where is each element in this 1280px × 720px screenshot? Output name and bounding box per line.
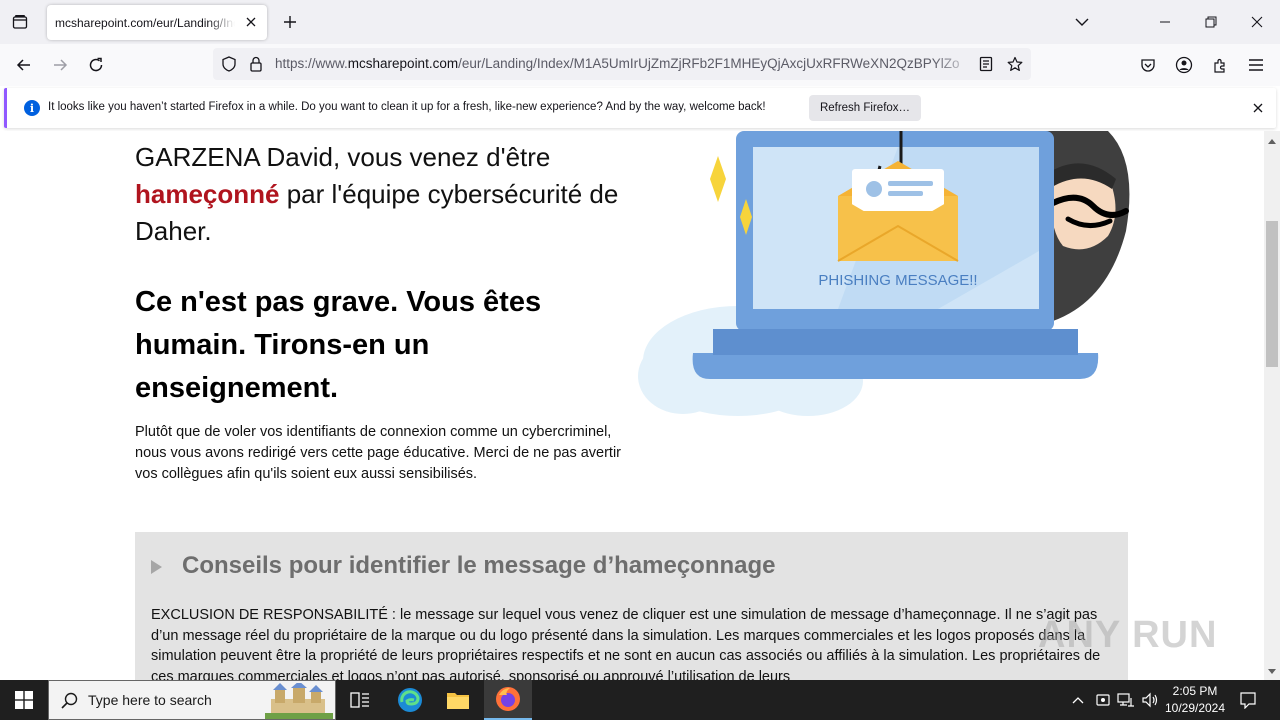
castle-illustration-icon	[265, 683, 333, 719]
url-text[interactable]: https://www.mcsharepoint.com/eur/Landing…	[275, 56, 975, 71]
meet-now-icon[interactable]	[1093, 690, 1113, 710]
url-bar[interactable]: https://www.mcsharepoint.com/eur/Landing…	[213, 48, 1031, 80]
reload-icon[interactable]	[84, 53, 108, 77]
lock-icon[interactable]	[247, 55, 265, 73]
system-clock[interactable]: 2:05 PM 10/29/2024	[1160, 683, 1230, 717]
info-icon: i	[24, 100, 40, 116]
account-icon[interactable]	[1172, 53, 1196, 77]
tab-close-icon[interactable]	[243, 14, 259, 30]
tracking-protection-shield-icon[interactable]	[220, 55, 238, 73]
firefox-view-icon[interactable]	[8, 10, 32, 34]
show-hidden-icons-chevron-icon[interactable]	[1068, 690, 1088, 710]
minimize-icon[interactable]	[1142, 0, 1188, 44]
pocket-icon[interactable]	[1136, 53, 1160, 77]
envelope-icon	[837, 161, 959, 262]
anyrun-watermark: ANY RUN	[1038, 614, 1218, 656]
notifications-icon[interactable]	[1238, 690, 1258, 710]
scroll-down-arrow-icon[interactable]	[1268, 669, 1276, 674]
reader-view-icon[interactable]	[977, 55, 995, 73]
back-icon[interactable]	[12, 53, 36, 77]
volume-icon[interactable]	[1140, 690, 1160, 710]
illustration-label: PHISHING MESSAGE!!	[818, 272, 977, 289]
file-explorer-icon[interactable]	[434, 680, 482, 720]
new-tab-icon[interactable]	[280, 12, 300, 32]
scrollbar-thumb[interactable]	[1266, 221, 1278, 367]
disclaimer-text: EXCLUSION DE RESPONSABILITÉ : le message…	[151, 607, 1101, 680]
greeting-before: GARZENA David, vous venez d'être	[135, 142, 551, 172]
greeting-text: GARZENA David, vous venez d'être hameçon…	[135, 139, 635, 250]
navigation-toolbar: https://www.mcsharepoint.com/eur/Landing…	[0, 44, 1280, 86]
tips-section[interactable]: Conseils pour identifier le message d’ha…	[135, 532, 1128, 680]
windows-taskbar: Type here to search 2:05 PM 10/29/2024	[0, 680, 1280, 720]
tab-strip: mcsharepoint.com/eur/Landing/Index/M1A5U…	[0, 0, 1280, 44]
windows-start-icon[interactable]	[0, 680, 48, 720]
description: Plutôt que de voler vos identifiants de …	[135, 424, 622, 482]
url-path: /eur/Landing/Index/M1A5UmIrUjZmZjRFb2F1M…	[458, 56, 960, 71]
task-view-icon[interactable]	[336, 680, 384, 720]
notification-message: It looks like you haven’t started Firefo…	[48, 101, 766, 113]
taskbar-search-box[interactable]: Type here to search	[48, 680, 336, 720]
headline: Ce n'est pas grave. Vous êtes humain. Ti…	[135, 286, 542, 404]
tab-title: mcsharepoint.com/eur/Landing/Index/M1A5U…	[55, 15, 235, 30]
url-prefix: https://www.	[275, 56, 348, 71]
greeting-highlight: hameçonné	[135, 179, 280, 209]
forward-icon[interactable]	[48, 53, 72, 77]
close-window-icon[interactable]	[1234, 0, 1280, 44]
extensions-icon[interactable]	[1208, 53, 1232, 77]
list-all-tabs-icon[interactable]	[1072, 12, 1092, 32]
clock-time: 2:05 PM	[1172, 684, 1218, 698]
refresh-firefox-button[interactable]: Refresh Firefox…	[809, 95, 921, 121]
page-scrollbar[interactable]	[1264, 131, 1280, 680]
web-page: GARZENA David, vous venez d'être hameçon…	[0, 131, 1264, 680]
edge-browser-icon[interactable]	[386, 680, 434, 720]
phishing-laptop-illustration: PHISHING MESSAGE!!	[638, 131, 1130, 416]
restore-icon[interactable]	[1188, 0, 1234, 44]
notification-close-icon[interactable]	[1250, 100, 1266, 116]
disclosure-triangle-icon[interactable]	[151, 560, 162, 574]
bookmark-star-icon[interactable]	[1006, 55, 1024, 73]
notification-bar: i It looks like you haven’t started Fire…	[4, 88, 1276, 128]
tips-title[interactable]: Conseils pour identifier le message d’ha…	[182, 552, 776, 580]
search-icon	[61, 692, 78, 709]
scroll-up-arrow-icon[interactable]	[1268, 139, 1276, 144]
tab-active[interactable]: mcsharepoint.com/eur/Landing/Index/M1A5U…	[47, 5, 267, 40]
search-placeholder: Type here to search	[88, 692, 212, 708]
network-icon[interactable]	[1116, 690, 1136, 710]
firefox-taskbar-icon[interactable]	[484, 680, 532, 720]
clock-date: 10/29/2024	[1164, 701, 1226, 715]
hamburger-menu-icon[interactable]	[1244, 53, 1268, 77]
url-domain: mcsharepoint.com	[347, 56, 459, 71]
